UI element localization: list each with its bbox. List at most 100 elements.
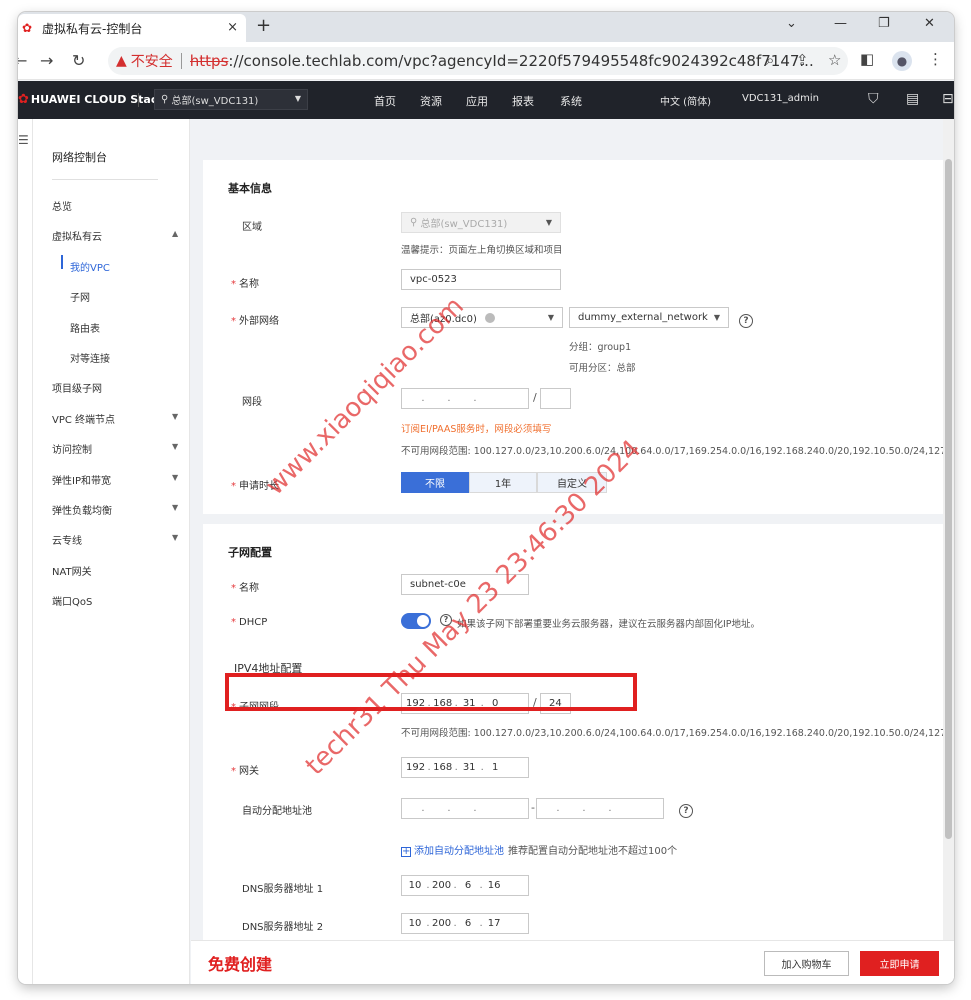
dhcp-toggle[interactable] (401, 613, 431, 629)
forward-icon[interactable]: → (40, 51, 53, 70)
ip-dot: . (556, 803, 560, 814)
bookmark-star-icon[interactable]: ☆ (828, 51, 841, 69)
huawei-brand-icon: ✿ (18, 92, 29, 107)
tag-remove-icon[interactable] (484, 312, 495, 323)
apply-now-button[interactable]: 立即申请 (860, 951, 939, 976)
location-pin-icon: ⚲ (161, 94, 172, 105)
sidebar-item-project-subnet[interactable]: 项目级子网 (52, 380, 102, 395)
sidebar-item-direct-connect[interactable]: 云专线 ▼ (52, 532, 182, 547)
tab-close-icon[interactable]: × (227, 20, 238, 35)
nav-apps[interactable]: 应用 (466, 93, 488, 109)
sidebar-item-my-vpc[interactable]: 我的VPC (70, 259, 110, 274)
profile-avatar[interactable]: ● (892, 51, 912, 71)
sidebar-item-subnet[interactable]: 子网 (70, 289, 90, 304)
zoom-icon[interactable]: ⌕ (766, 51, 774, 69)
url-text[interactable]: https://console.techlab.com/vpc?agencyId… (190, 52, 814, 70)
ext-az-select[interactable]: 总部(az0.dc0) ▼ (401, 307, 563, 328)
brand[interactable]: ✿ HUAWEI CLOUD Stack (18, 92, 165, 107)
address-bar[interactable]: ▲ 不安全 https://console.techlab.com/vpc?ag… (108, 47, 848, 75)
sidebar-item-label: 访问控制 (52, 445, 92, 456)
add-pool-link[interactable]: + 添加自动分配地址池 推荐配置自动分配地址池不超过100个 (401, 842, 677, 857)
sidebar-item-nat[interactable]: NAT网关 (52, 563, 92, 578)
share-icon[interactable]: ⇪ (796, 51, 809, 69)
scroll-thumb[interactable] (945, 159, 952, 839)
minimize-button[interactable]: — (834, 16, 847, 31)
nav-home[interactable]: 首页 (374, 93, 396, 109)
cidr-unavailable: 不可用网段范围: 100.127.0.0/23,10.200.6.0/24,10… (401, 446, 954, 457)
toggle-knob (417, 615, 429, 627)
sidebar-item-route-table[interactable]: 路由表 (70, 320, 100, 335)
app-header: ✿ HUAWEI CLOUD Stack ⚲ 总部(sw_VDC131) ▼ 首… (18, 81, 954, 119)
orders-icon[interactable]: ▤ (906, 91, 919, 107)
vpc-mask-input[interactable] (540, 388, 571, 409)
help-icon[interactable]: ? (679, 804, 693, 818)
ip-dot: . (447, 393, 451, 404)
duration-unlimited[interactable]: 不限 (401, 472, 469, 493)
ip-dot: . (479, 918, 483, 929)
tab-strip: ✿ 虚拟私有云-控制台 × + ⌄ — ❐ ✕ (18, 12, 954, 42)
ip-octet: 200 (432, 918, 452, 929)
nav-resources[interactable]: 资源 (420, 93, 442, 109)
close-window-button[interactable]: ✕ (924, 16, 935, 31)
chevron-down-icon: ▼ (172, 473, 179, 482)
sidebar-item-vpc[interactable]: 虚拟私有云 ▲ (52, 228, 182, 243)
sidebar-item-label: 虚拟私有云 (52, 232, 102, 243)
language-selector[interactable]: 中文 (简体) (660, 93, 711, 108)
tab-search-icon[interactable]: ⌄ (786, 16, 797, 31)
not-secure-label[interactable]: 不安全 (131, 51, 173, 71)
chevron-down-icon: ▼ (172, 442, 179, 451)
reload-icon[interactable]: ↻ (72, 51, 85, 70)
cart-icon[interactable]: ⛉ (868, 91, 879, 107)
side-panel-icon[interactable]: ◧ (860, 50, 874, 68)
ip-octet: 6 (464, 918, 472, 929)
sidebar-strip (32, 119, 33, 984)
duration-1-year[interactable]: 1年 (469, 472, 537, 493)
subnet-name-input[interactable]: subnet-c0e (401, 574, 529, 595)
ip-octet: 17 (487, 918, 501, 929)
az-info: 可用分区：总部 (569, 363, 636, 374)
nav-system[interactable]: 系统 (560, 93, 582, 109)
pool-label: 自动分配地址池 (242, 806, 312, 817)
browser-tab[interactable]: ✿ 虚拟私有云-控制台 × (18, 14, 246, 42)
ip-dot: . (582, 803, 586, 814)
user-menu[interactable]: VDC131_admin (742, 93, 819, 104)
maximize-button[interactable]: ❐ (878, 16, 890, 31)
sidebar-item-eip[interactable]: 弹性IP和带宽 ▼ (52, 472, 182, 487)
subnet-name-label: * 名称 (231, 583, 259, 594)
new-tab-button[interactable]: + (256, 15, 271, 36)
menu-collapse-icon[interactable]: ☰ (18, 133, 29, 147)
pool-start-input[interactable]: ... (401, 798, 529, 819)
sidebar-item-access-control[interactable]: 访问控制 ▼ (52, 441, 182, 456)
duration-custom[interactable]: 自定义 (537, 472, 607, 493)
az-tag-text: 总部(az0.dc0) (410, 314, 477, 325)
chevron-down-icon: ▼ (172, 533, 179, 542)
region-selector[interactable]: ⚲ 总部(sw_VDC131) ▼ (154, 89, 308, 110)
help-icon[interactable]: ? (739, 314, 753, 328)
chevron-up-icon: ▲ (172, 229, 179, 238)
ip-octet: 200 (432, 880, 452, 891)
add-to-cart-button[interactable]: 加入购物车 (764, 951, 849, 976)
back-icon[interactable]: ← (18, 51, 27, 70)
dns1-input[interactable]: 10. 200. 6. 16 (401, 875, 529, 896)
more-icon[interactable]: ⊟ (942, 91, 954, 107)
help-icon[interactable]: ? (440, 614, 452, 626)
browser-menu-icon[interactable]: ⋮ (928, 50, 943, 68)
vpc-name-input[interactable]: vpc-0523 (401, 269, 561, 290)
mask-slash: / (533, 391, 537, 404)
dns2-input[interactable]: 10. 200. 6. 17 (401, 913, 529, 934)
sidebar-item-vpc-endpoint[interactable]: VPC 终端节点 ▼ (52, 411, 182, 426)
nav-reports[interactable]: 报表 (512, 93, 534, 109)
gateway-input[interactable]: 192. 168. 31. 1 (401, 757, 529, 778)
ip-dot: . (447, 803, 451, 814)
vpc-cidr-input[interactable]: ... (401, 388, 529, 409)
page-scrollbar[interactable] (943, 119, 954, 940)
sidebar-item-elb[interactable]: 弹性负载均衡 ▼ (52, 502, 182, 517)
sidebar-item-port-qos[interactable]: 端口QoS (52, 593, 92, 608)
group-info: 分组：group1 (569, 342, 632, 353)
name-label: * 名称 (231, 279, 259, 290)
pool-end-input[interactable]: ... (536, 798, 664, 819)
sidebar-item-peering[interactable]: 对等连接 (70, 350, 110, 365)
ip-dot: . (426, 880, 430, 891)
ext-network-select[interactable]: dummy_external_network ▼ (569, 307, 729, 328)
sidebar-item-overview[interactable]: 总览 (52, 198, 72, 213)
